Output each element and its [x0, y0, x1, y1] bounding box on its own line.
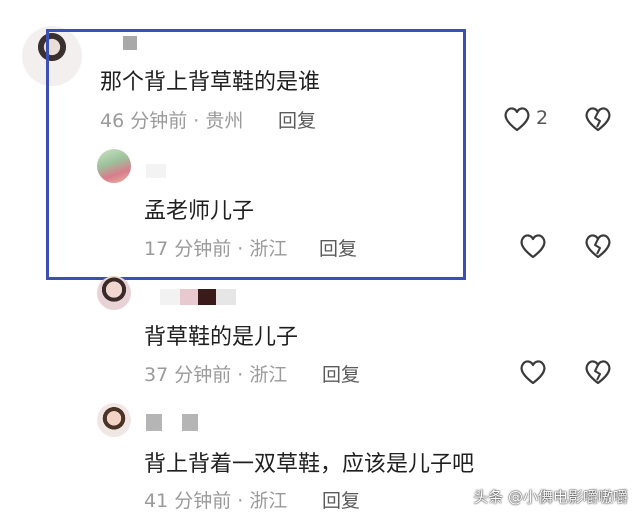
reply-button[interactable]: 回复 [322, 360, 360, 387]
comment-meta: 41 分钟前 · 浙江 [144, 490, 288, 512]
comment-text: 背草鞋的是儿子 [144, 325, 299, 350]
comment-text: 背上背着一双草鞋，应该是儿子吧 [144, 452, 475, 477]
avatar[interactable] [97, 276, 131, 310]
heart-outline-icon[interactable] [503, 106, 531, 132]
username-redacted [146, 414, 198, 431]
highlight-box [46, 29, 466, 280]
avatar[interactable] [97, 403, 131, 437]
like-count: 2 [536, 107, 549, 129]
username-redacted [160, 289, 236, 305]
reply-button[interactable]: 回复 [322, 486, 360, 513]
comment-meta: 37 分钟前 · 浙江 [144, 364, 288, 386]
broken-heart-icon[interactable] [584, 233, 612, 259]
heart-outline-icon[interactable] [519, 233, 547, 259]
broken-heart-icon[interactable] [584, 359, 612, 385]
broken-heart-icon[interactable] [584, 106, 612, 132]
watermark: 头条 @小儛电影嚼嗷嚼 [473, 488, 628, 506]
heart-outline-icon[interactable] [519, 359, 547, 385]
